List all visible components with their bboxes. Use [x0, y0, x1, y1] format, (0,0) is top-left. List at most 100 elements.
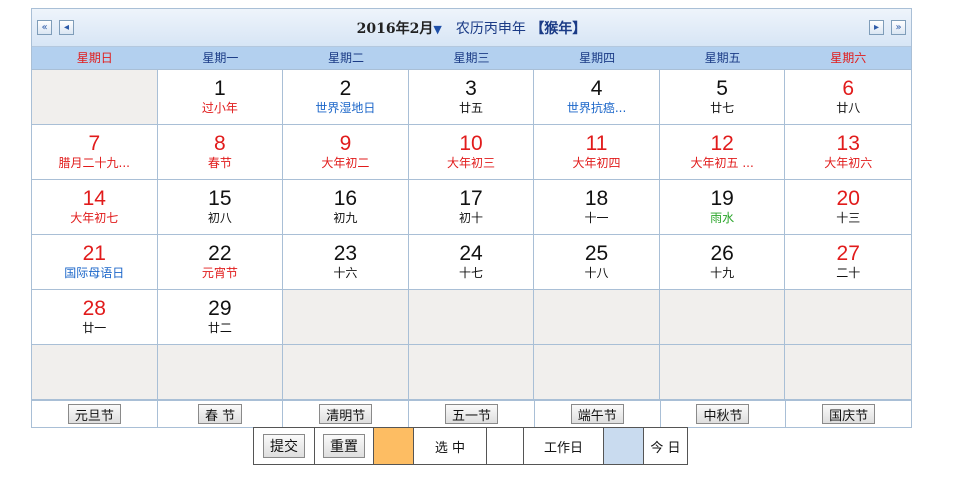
- workday-color-swatch: [487, 428, 524, 464]
- lunar-label: 廿五: [458, 101, 483, 115]
- day-number: 28: [82, 297, 106, 320]
- day-number: 20: [836, 187, 860, 210]
- day-cell[interactable]: 19 雨水: [659, 180, 786, 235]
- day-number: 13: [836, 132, 860, 155]
- empty-day-cell: [283, 290, 409, 345]
- day-cell[interactable]: 10 大年初三: [408, 125, 535, 180]
- empty-day-cell: [32, 70, 158, 125]
- day-number: 12: [710, 132, 734, 155]
- lunar-label: 世界湿地日: [315, 101, 376, 115]
- festival-button-dragon-boat[interactable]: 端午节: [570, 404, 624, 424]
- day-number: 17: [459, 187, 483, 210]
- day-cell[interactable]: 3 廿五: [408, 70, 535, 125]
- month-dropdown-arrow-icon[interactable]: ▼: [433, 23, 441, 36]
- lunar-label: 初九: [333, 211, 358, 225]
- day-number: 1: [214, 77, 226, 100]
- day-cell[interactable]: 25 十八: [534, 235, 660, 290]
- lunar-label: 大年初三: [446, 156, 495, 170]
- day-cell[interactable]: 17 初十: [408, 180, 535, 235]
- day-cell[interactable]: 8 春节: [157, 125, 284, 180]
- festival-button-qingming[interactable]: 清明节: [319, 404, 373, 424]
- day-number: 29: [208, 297, 232, 320]
- selected-legend-label: 选 中: [414, 428, 487, 464]
- day-cell[interactable]: 28 廿一: [32, 290, 158, 345]
- empty-day-cell: [659, 345, 786, 400]
- day-number: 21: [82, 242, 106, 265]
- day-number: 23: [333, 242, 358, 265]
- today-color-swatch: [604, 428, 644, 464]
- day-number: 5: [716, 77, 728, 100]
- empty-day-cell: [32, 345, 158, 400]
- day-cell[interactable]: 4 世界抗癌...: [534, 70, 660, 125]
- day-number: 10: [459, 132, 483, 155]
- day-number: 9: [339, 132, 352, 155]
- lunar-label: 春节: [207, 156, 232, 170]
- calendar: « ◂ 2016年2月▼ 农历丙申年 【猴年】 ▸ » 星期日 星期一 星期二 星…: [31, 8, 912, 428]
- submit-button[interactable]: 提交: [263, 434, 305, 458]
- next-month-button[interactable]: ▸: [869, 20, 884, 35]
- day-cell[interactable]: 18 十一: [534, 180, 660, 235]
- day-cell[interactable]: 27 二十: [785, 235, 911, 290]
- lunar-label: 过小年: [201, 101, 238, 115]
- day-cell[interactable]: 24 十七: [408, 235, 535, 290]
- weekday-thursday: 星期四: [579, 51, 616, 65]
- day-cell[interactable]: 5 廿七: [659, 70, 786, 125]
- day-cell[interactable]: 6 廿八: [785, 70, 911, 125]
- day-cell[interactable]: 7 腊月二十九...: [32, 125, 158, 180]
- day-cell[interactable]: 1 过小年: [157, 70, 284, 125]
- day-number: 18: [584, 187, 609, 210]
- day-number: 27: [836, 242, 860, 265]
- empty-day-cell: [408, 345, 535, 400]
- lunar-label: 国际母语日: [64, 266, 125, 280]
- day-number: 6: [842, 77, 855, 100]
- day-cell[interactable]: 11 大年初四: [534, 125, 660, 180]
- weekday-sunday: 星期日: [76, 51, 113, 65]
- day-number: 25: [584, 242, 609, 265]
- day-number: 3: [465, 77, 477, 100]
- lunar-label: 世界抗癌...: [566, 101, 627, 115]
- selected-color-swatch: [374, 428, 414, 464]
- lunar-label: 十三: [836, 211, 861, 225]
- weekday-monday: 星期一: [202, 51, 239, 65]
- day-cell[interactable]: 20 十三: [785, 180, 911, 235]
- weekday-friday: 星期五: [704, 51, 741, 65]
- day-cell[interactable]: 15 初八: [157, 180, 284, 235]
- day-cell[interactable]: 23 十六: [283, 235, 409, 290]
- festival-button-new-year[interactable]: 元旦节: [67, 404, 121, 424]
- lunar-label: 大年初二: [321, 156, 370, 170]
- empty-day-cell: [534, 345, 660, 400]
- day-cell[interactable]: 2 世界湿地日: [283, 70, 409, 125]
- day-cell[interactable]: 26 十九: [659, 235, 786, 290]
- empty-day-cell: [785, 290, 911, 345]
- weekday-tuesday: 星期二: [327, 51, 364, 65]
- lunar-label: 二十: [836, 266, 861, 280]
- action-legend-bar: 提交 重置 选 中 工作日 今 日: [253, 427, 688, 465]
- reset-button[interactable]: 重置: [323, 434, 365, 458]
- lunar-label: 元宵节: [201, 266, 238, 280]
- day-number: 19: [710, 187, 734, 210]
- day-number: 8: [214, 132, 226, 155]
- festival-button-mid-autumn[interactable]: 中秋节: [696, 404, 750, 424]
- festival-button-spring[interactable]: 春 节: [198, 404, 243, 424]
- next-year-button[interactable]: »: [891, 20, 906, 35]
- empty-day-cell: [659, 290, 786, 345]
- day-cell[interactable]: 16 初九: [283, 180, 409, 235]
- day-cell[interactable]: 22 元宵节: [157, 235, 284, 290]
- day-number: 22: [208, 242, 232, 265]
- festival-button-national-day[interactable]: 国庆节: [822, 404, 876, 424]
- day-number: 14: [82, 187, 106, 210]
- day-cell[interactable]: 12 大年初五 ...: [659, 125, 786, 180]
- lunar-label: 十一: [584, 211, 609, 225]
- empty-day-cell: [785, 345, 911, 400]
- festival-button-labor-day[interactable]: 五一节: [445, 404, 499, 424]
- lunar-label: 廿二: [207, 321, 232, 335]
- day-cell[interactable]: 9 大年初二: [283, 125, 409, 180]
- empty-day-cell: [408, 290, 535, 345]
- day-cell[interactable]: 14 大年初七: [32, 180, 158, 235]
- day-number: 11: [585, 132, 608, 155]
- calendar-header: « ◂ 2016年2月▼ 农历丙申年 【猴年】 ▸ »: [32, 9, 911, 47]
- day-cell[interactable]: 13 大年初六: [785, 125, 911, 180]
- day-number: 24: [459, 242, 483, 265]
- day-cell[interactable]: 29 廿二: [157, 290, 284, 345]
- day-cell[interactable]: 21 国际母语日: [32, 235, 158, 290]
